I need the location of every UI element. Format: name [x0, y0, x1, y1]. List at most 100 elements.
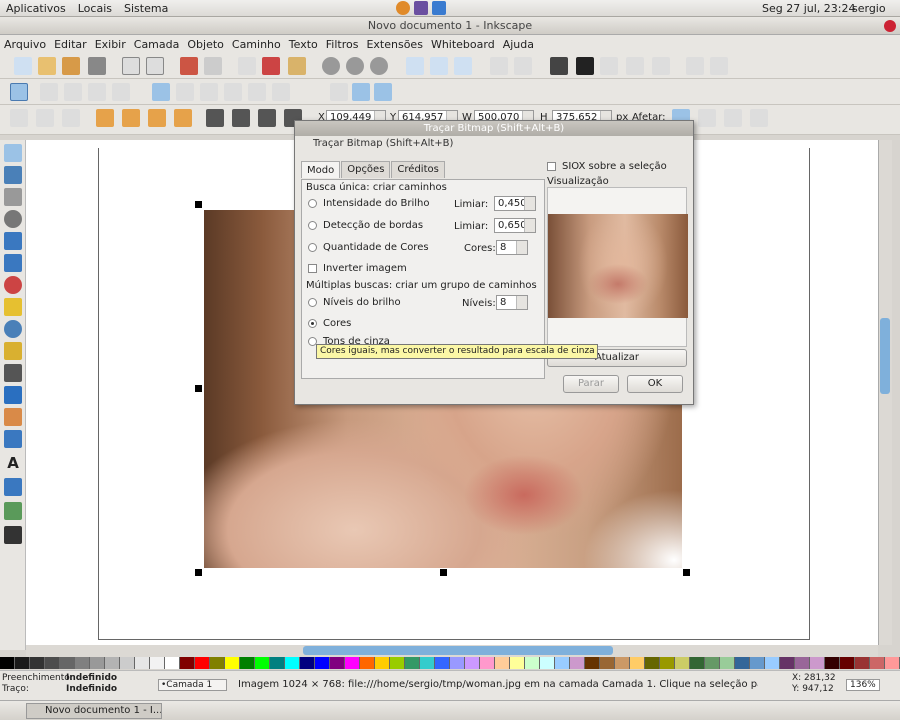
palette-swatch[interactable]	[570, 657, 585, 669]
palette-swatch[interactable]	[615, 657, 630, 669]
palette-swatch[interactable]	[465, 657, 480, 669]
palette-swatch[interactable]	[705, 657, 720, 669]
palette-swatch[interactable]	[375, 657, 390, 669]
palette-swatch[interactable]	[225, 657, 240, 669]
radio-brightness-steps[interactable]	[308, 298, 317, 307]
snap-bbox-icon[interactable]	[40, 83, 58, 101]
palette-swatch[interactable]	[0, 657, 15, 669]
palette-swatch[interactable]	[75, 657, 90, 669]
print-icon[interactable]	[88, 57, 106, 75]
siox-option[interactable]: SIOX sobre a seleção	[547, 161, 667, 172]
text-font-icon[interactable]	[576, 57, 594, 75]
zoom-tool-icon[interactable]	[4, 210, 22, 228]
save-icon[interactable]	[62, 57, 80, 75]
snap-corner-icon[interactable]	[88, 83, 106, 101]
palette-swatch[interactable]	[645, 657, 660, 669]
flip-h-icon[interactable]	[148, 109, 166, 127]
palette-swatch[interactable]	[15, 657, 30, 669]
palette-swatch[interactable]	[330, 657, 345, 669]
palette-swatch[interactable]	[555, 657, 570, 669]
palette-swatch[interactable]	[345, 657, 360, 669]
import-icon[interactable]	[122, 57, 140, 75]
brightness-threshold-field[interactable]: 0,450	[494, 196, 536, 211]
palette-swatch[interactable]	[855, 657, 870, 669]
layer-select[interactable]: •Camada 1	[158, 679, 228, 691]
palette-swatch[interactable]	[150, 657, 165, 669]
node-tool-icon[interactable]	[4, 166, 22, 184]
palette-swatch[interactable]	[405, 657, 420, 669]
invert-checkbox[interactable]	[308, 264, 317, 273]
palette-swatch[interactable]	[600, 657, 615, 669]
unlink-clone-icon[interactable]	[454, 57, 472, 75]
ellipse-tool-icon[interactable]	[4, 276, 22, 294]
new-document-icon[interactable]	[14, 57, 32, 75]
app-icon[interactable]	[414, 1, 428, 15]
duplicate-icon[interactable]	[406, 57, 424, 75]
palette-swatch[interactable]	[240, 657, 255, 669]
snap-page-icon[interactable]	[330, 83, 348, 101]
select-tool-icon[interactable]	[4, 144, 22, 162]
snap-nodes-icon[interactable]	[152, 83, 170, 101]
option-brightness[interactable]: Intensidade do Brilho	[308, 198, 429, 209]
gradient-tool-icon[interactable]	[4, 502, 22, 520]
snap-center-icon[interactable]	[272, 83, 290, 101]
menu-whiteboard[interactable]: Whiteboard	[427, 38, 499, 51]
tab-creditos[interactable]: Créditos	[391, 161, 445, 178]
radio-quantization[interactable]	[308, 243, 317, 252]
dropper-tool-icon[interactable]	[4, 526, 22, 544]
radio-edge[interactable]	[308, 221, 317, 230]
tab-opcoes[interactable]: Opções	[341, 161, 391, 178]
calligraphy-tool-icon[interactable]	[4, 386, 22, 404]
document-properties-icon[interactable]	[686, 57, 704, 75]
snap-intersection-icon[interactable]	[200, 83, 218, 101]
snap-smooth-icon[interactable]	[248, 83, 266, 101]
snap-grid-icon[interactable]	[352, 83, 370, 101]
deselect-icon[interactable]	[62, 109, 80, 127]
user-menu[interactable]: sergio	[852, 2, 886, 15]
raise-top-icon[interactable]	[206, 109, 224, 127]
ok-button[interactable]: OK	[627, 375, 683, 393]
palette-swatch[interactable]	[135, 657, 150, 669]
app-icon[interactable]	[432, 1, 446, 15]
menu-exibir[interactable]: Exibir	[91, 38, 130, 51]
palette-swatch[interactable]	[420, 657, 435, 669]
palette-swatch[interactable]	[660, 657, 675, 669]
palette-swatch[interactable]	[180, 657, 195, 669]
preferences-icon[interactable]	[652, 57, 670, 75]
fill-stroke-icon[interactable]	[550, 57, 568, 75]
palette-swatch[interactable]	[885, 657, 900, 669]
palette-swatch[interactable]	[690, 657, 705, 669]
snap-cusp-icon[interactable]	[224, 83, 242, 101]
palette-swatch[interactable]	[210, 657, 225, 669]
places-menu[interactable]: Locais	[72, 2, 118, 15]
zoom-selection-icon[interactable]	[322, 57, 340, 75]
menu-camada[interactable]: Camada	[130, 38, 184, 51]
palette-swatch[interactable]	[675, 657, 690, 669]
snap-edge-icon[interactable]	[64, 83, 82, 101]
cut-icon[interactable]	[262, 57, 280, 75]
zoom-field[interactable]: 136%	[846, 679, 880, 691]
radio-brightness[interactable]	[308, 199, 317, 208]
palette-swatch[interactable]	[795, 657, 810, 669]
palette-swatch[interactable]	[45, 657, 60, 669]
palette-swatch[interactable]	[360, 657, 375, 669]
snap-midpoint-icon[interactable]	[112, 83, 130, 101]
text-tool-icon[interactable]: A	[4, 454, 22, 472]
option-color-quantization[interactable]: Quantidade de Cores	[308, 242, 429, 253]
group-icon[interactable]	[490, 57, 508, 75]
tweak-tool-icon[interactable]	[4, 188, 22, 206]
palette-swatch[interactable]	[735, 657, 750, 669]
menu-editar[interactable]: Editar	[50, 38, 91, 51]
paint-bucket-tool-icon[interactable]	[4, 430, 22, 448]
palette-swatch[interactable]	[270, 657, 285, 669]
stop-button[interactable]: Parar	[563, 375, 619, 393]
palette-swatch[interactable]	[540, 657, 555, 669]
undo-icon[interactable]	[180, 57, 198, 75]
palette-swatch[interactable]	[870, 657, 885, 669]
option-invert[interactable]: Inverter imagem	[308, 263, 407, 274]
siox-checkbox[interactable]	[547, 162, 556, 171]
move-gradients-icon[interactable]	[724, 109, 742, 127]
palette-swatch[interactable]	[750, 657, 765, 669]
ungroup-icon[interactable]	[514, 57, 532, 75]
align-distribute-icon[interactable]	[626, 57, 644, 75]
